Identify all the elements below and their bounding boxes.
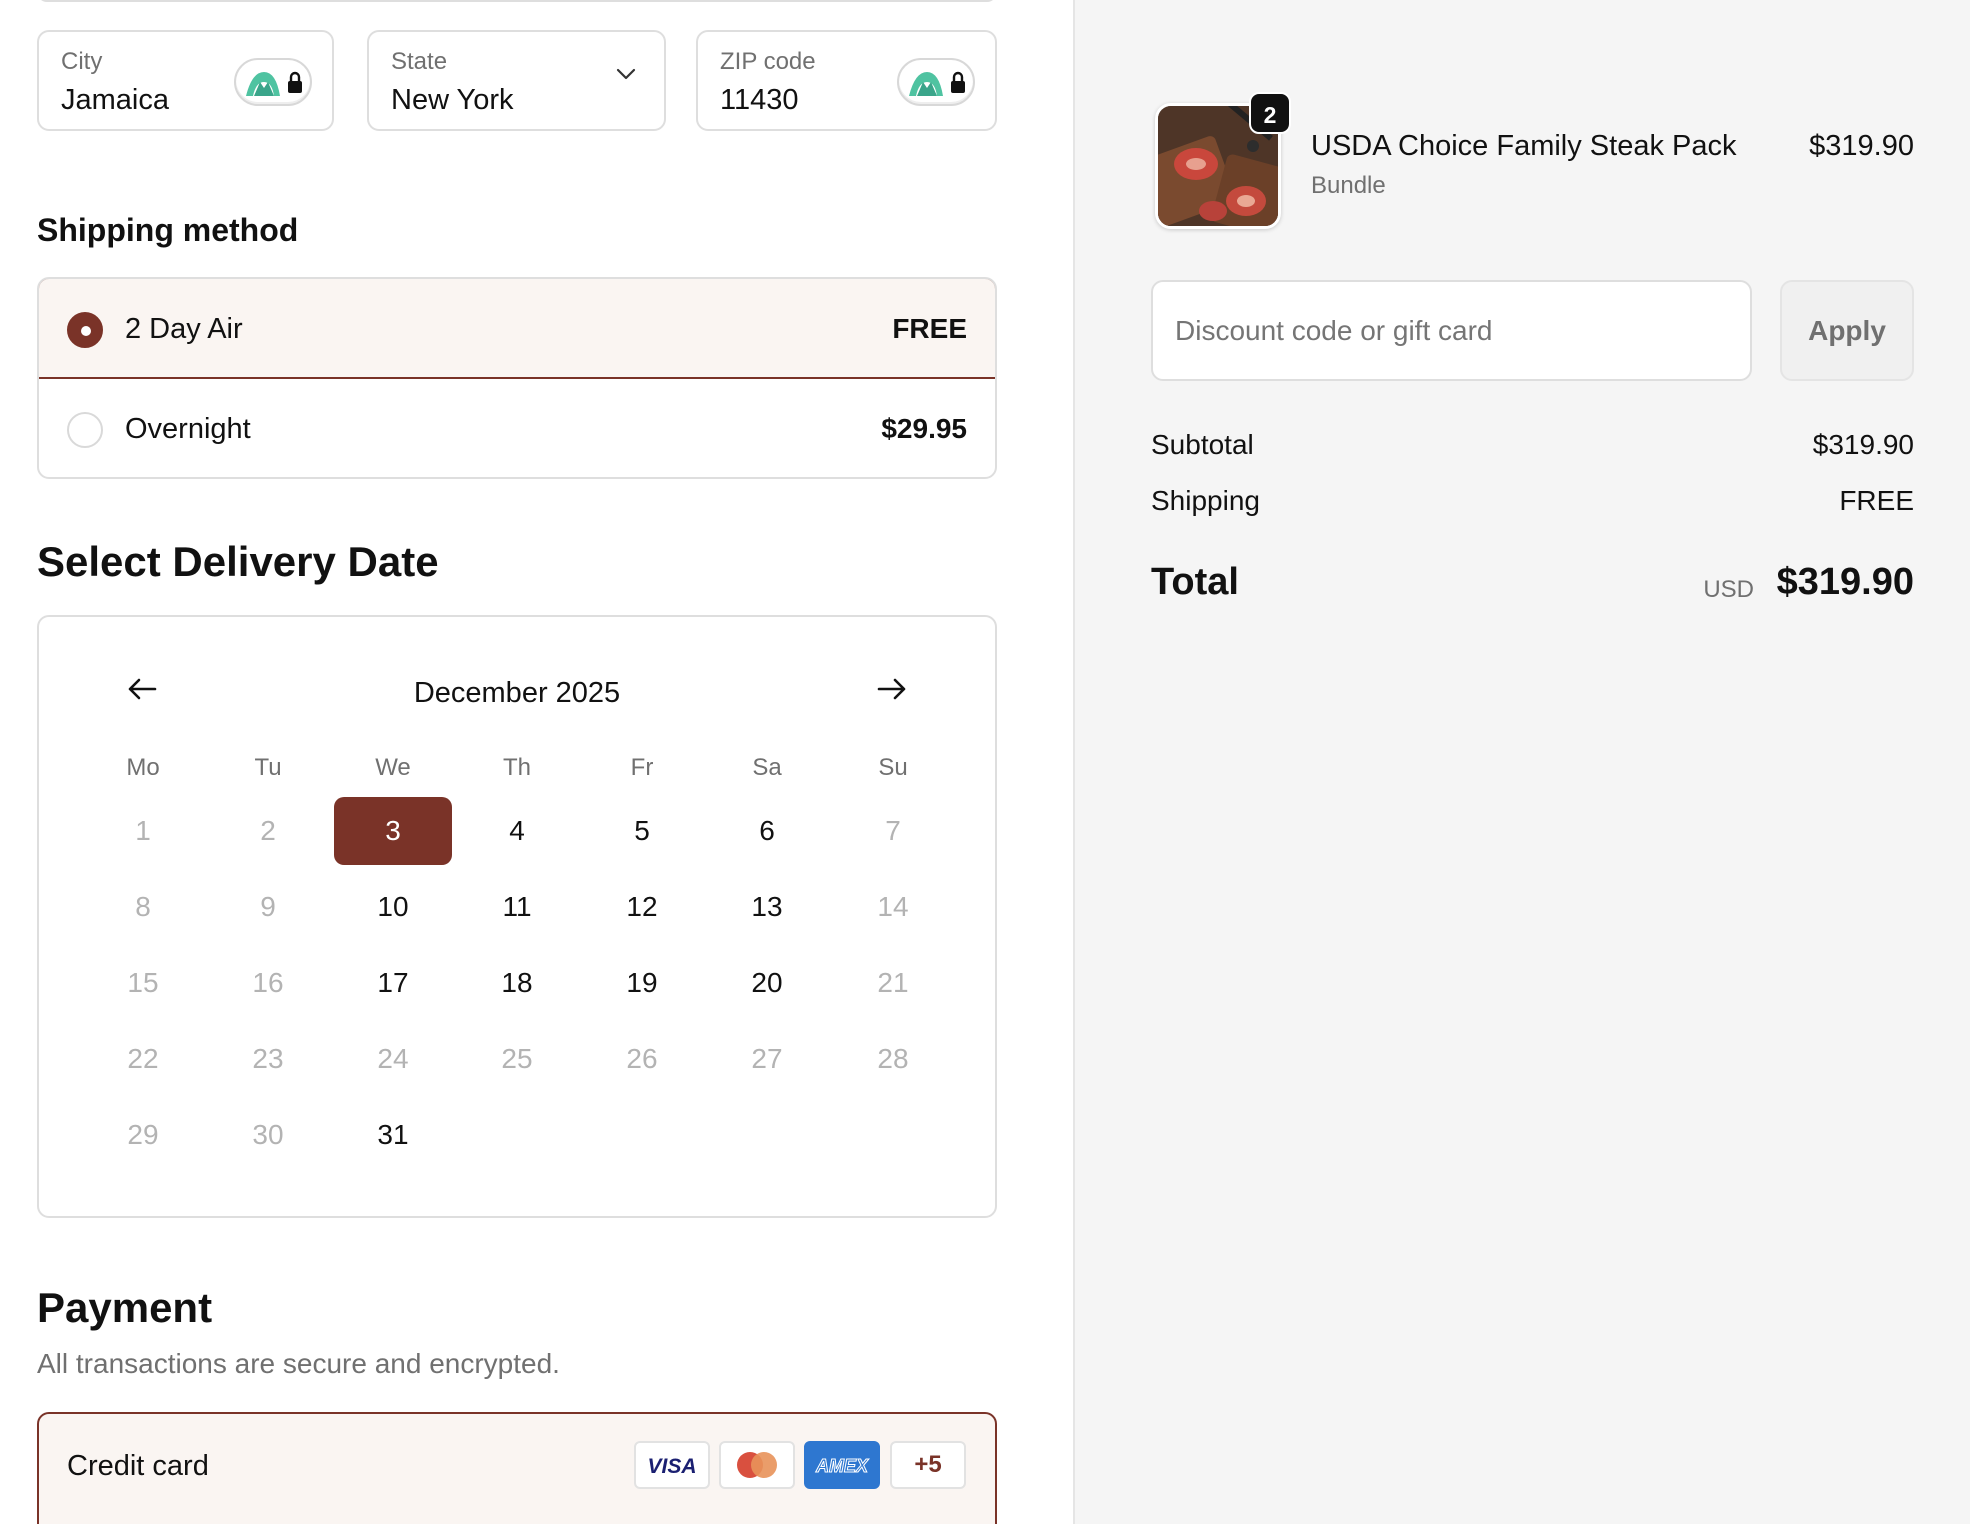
password-manager-icon [909,71,965,96]
weekday-header: Mo [126,754,160,781]
shipping-option-name: 2 Day Air [125,313,243,345]
calendar-day[interactable]: 4 [458,797,576,865]
svg-text:VISA: VISA [647,1455,696,1478]
product-name: USDA Choice Family Steak Pack [1311,130,1737,162]
weekday-header: Fr [630,754,654,781]
password-manager-icon [246,71,302,96]
calendar-day: 28 [877,1043,909,1074]
calendar-day[interactable]: 6 [708,797,826,865]
calendar-day[interactable]: 20 [708,949,826,1017]
credit-card-label: Credit card [67,1450,209,1482]
shipping-label: Shipping [1151,485,1260,516]
calendar-day: 14 [877,891,909,922]
weekday-header: Su [878,754,908,781]
payment-heading: Payment [37,1284,213,1331]
city-field[interactable]: City Jamaica [37,30,334,131]
total-value: $319.90 [1776,561,1914,603]
delivery-date-heading: Select Delivery Date [37,538,439,585]
calendar-day[interactable]: 12 [583,873,701,941]
calendar-day: 30 [252,1119,284,1150]
shipping-options: 2 Day Air FREE Overnight $29.95 [37,277,997,479]
quantity-badge: 2 [1249,92,1291,134]
weekday-header: Tu [254,754,282,781]
payment-subtitle: All transactions are secure and encrypte… [37,1348,560,1379]
calendar-day: 21 [877,967,909,998]
autofill-lock-icon[interactable] [897,58,975,106]
shipping-option-2-day-air[interactable]: 2 Day Air FREE [39,279,995,379]
calendar-day: 8 [135,891,151,922]
state-label: State [391,48,448,75]
shipping-value: FREE [1839,485,1914,516]
svg-text:AMEX: AMEX [815,1456,869,1476]
calendar-day[interactable]: 11 [458,873,576,941]
shipping-option-price: $29.95 [881,413,967,444]
weekday-header: We [375,754,411,781]
delivery-calendar: December 2025 Mo Tu We Th Fr Sa Su 1 2 3 4 5 6 7 8 9 10 1… [37,615,997,1218]
calendar-day[interactable]: 13 [708,873,826,941]
calendar-day: 1 [135,815,151,846]
calendar-day: 27 [751,1043,783,1074]
arrow-right-icon[interactable] [877,677,907,701]
chevron-down-icon [616,68,636,80]
shipping-option-price: FREE [892,313,967,344]
discount-code-input[interactable] [1151,280,1752,381]
radio-unselected[interactable] [67,412,103,448]
visa-icon: VISA [634,1441,710,1489]
mastercard-icon [719,1441,795,1489]
calendar-day: 15 [127,967,159,998]
currency-code: USD [1703,576,1754,603]
calendar-day[interactable]: 17 [334,949,452,1017]
shipping-method-heading: Shipping method [37,212,299,248]
calendar-day: 2 [260,815,276,846]
subtotal-label: Subtotal [1151,429,1254,460]
calendar-day[interactable]: 18 [458,949,576,1017]
subtotal-value: $319.90 [1812,429,1914,460]
calendar-day: 24 [377,1043,409,1074]
calendar-day[interactable]: 31 [334,1101,452,1169]
more-cards-badge: +5 [890,1441,966,1489]
calendar-day[interactable]: 5 [583,797,701,865]
weekday-header: Th [502,754,531,781]
calendar-day: 9 [260,891,276,922]
autofill-lock-icon[interactable] [234,58,312,106]
calendar-day[interactable]: 19 [583,949,701,1017]
zip-field[interactable]: ZIP code 11430 [696,30,997,131]
apply-discount-button[interactable]: Apply [1780,280,1914,381]
product-variant: Bundle [1311,172,1386,199]
weekday-header: Sa [752,754,782,781]
calendar-day[interactable]: 10 [334,873,452,941]
radio-selected[interactable] [67,312,103,348]
payment-option-credit-card[interactable]: Credit card VISA AMEX +5 [37,1412,997,1524]
product-price: $319.90 [1809,130,1914,162]
state-select[interactable]: State New York [367,30,666,131]
state-value: New York [391,84,514,116]
shipping-option-name: Overnight [125,413,251,445]
calendar-day-selected[interactable]: 3 [334,797,452,865]
calendar-day: 23 [252,1043,284,1074]
calendar-day: 29 [127,1119,159,1150]
calendar-month: December 2025 [413,677,621,709]
checkout-form-panel: City Jamaica State New York ZIP code 114… [0,0,1073,1524]
calendar-day: 22 [127,1043,159,1074]
shipping-option-overnight[interactable]: Overnight $29.95 [39,379,995,477]
address-field-above[interactable] [37,0,997,2]
calendar-day: 26 [626,1043,658,1074]
amex-icon: AMEX [804,1441,880,1489]
calendar-day: 25 [501,1043,533,1074]
calendar-day: 16 [252,967,284,998]
total-label: Total [1151,561,1239,603]
calendar-day: 7 [885,815,901,846]
